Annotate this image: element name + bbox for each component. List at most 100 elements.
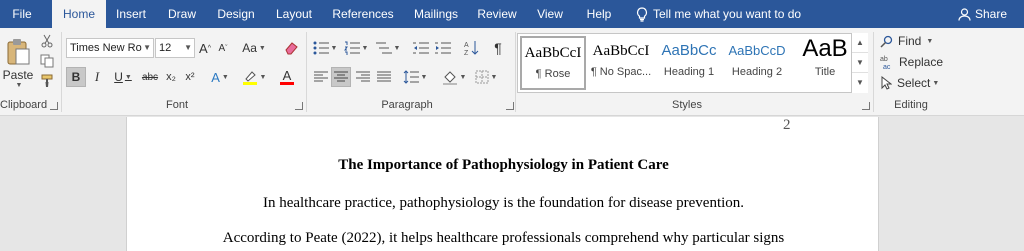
chevron-down-icon: ▼ [490, 73, 498, 81]
format-painter-button[interactable] [38, 72, 56, 90]
chevron-down-icon: ▼ [259, 73, 267, 81]
cut-button[interactable] [38, 32, 56, 50]
chevron-down-icon: ▼ [361, 44, 369, 52]
align-center-button[interactable] [331, 67, 351, 87]
svg-text:ac: ac [883, 64, 891, 69]
replace-icon: abac [880, 56, 891, 69]
align-left-button[interactable] [311, 67, 331, 87]
style-sample: AaBbCcI [524, 45, 582, 61]
chevron-down-icon: ▼ [184, 43, 192, 52]
align-right-button[interactable] [353, 67, 373, 87]
decrease-indent-button[interactable] [411, 38, 431, 58]
styles-launcher-icon[interactable] [862, 102, 870, 110]
change-case-button[interactable]: Aa ▼ [240, 38, 268, 58]
style-title[interactable]: AaB Title [792, 36, 858, 90]
highlight-color-button[interactable]: ▼ [239, 67, 269, 87]
style-heading-1[interactable]: AaBbCc Heading 1 [656, 36, 722, 90]
increase-indent-button[interactable] [433, 38, 453, 58]
sort-button[interactable]: AZ [462, 38, 482, 58]
change-case-label: Aa [242, 41, 257, 55]
gallery-scroll-up-icon[interactable]: ▲ [852, 33, 868, 53]
replace-label: Replace [899, 55, 944, 69]
tab-file[interactable]: File [0, 0, 44, 28]
strikethrough-button[interactable]: abc [140, 67, 160, 87]
numbering-button[interactable]: ▼ [341, 38, 371, 58]
tab-layout[interactable]: Layout [269, 0, 319, 28]
clear-formatting-button[interactable] [282, 38, 300, 58]
document-page[interactable]: 2 The Importance of Pathophysiology in P… [126, 117, 879, 251]
tell-me-search[interactable]: Tell me what you want to do [636, 0, 801, 28]
styles-gallery-scroller: ▲ ▼ ▼ [851, 33, 868, 93]
tab-view[interactable]: View [529, 0, 571, 28]
clipboard-icon [7, 38, 30, 64]
tab-insert[interactable]: Insert [108, 0, 154, 28]
justify-button[interactable] [374, 67, 394, 87]
style-name: Title [814, 66, 836, 78]
person-icon [958, 8, 971, 21]
font-group-label: Font [165, 99, 188, 111]
tab-references[interactable]: References [327, 0, 399, 28]
gallery-more-icon[interactable]: ▼ [852, 73, 868, 93]
align-right-icon [356, 71, 370, 82]
paragraph-group-label: Paragraph [381, 99, 433, 111]
search-icon [880, 35, 893, 48]
bullets-button[interactable]: ▼ [311, 38, 339, 58]
tab-home[interactable]: Home [52, 0, 106, 29]
shrink-font-button[interactable]: Aˇ [215, 38, 231, 58]
bold-button[interactable]: B [66, 67, 86, 87]
share-label: Share [975, 7, 1008, 21]
chevron-down-icon: ▼ [258, 44, 266, 52]
align-center-icon [334, 71, 348, 82]
text-effects-label: A [211, 69, 220, 85]
paste-button[interactable]: Paste ▼ [2, 32, 34, 94]
subscript-button[interactable]: x₂ [162, 67, 180, 87]
font-size-combo[interactable]: 12 ▼ [155, 38, 195, 58]
font-launcher-icon[interactable] [295, 102, 303, 110]
style-rose[interactable]: AaBbCcI ¶ Rose [520, 36, 586, 90]
tab-mailings[interactable]: Mailings [405, 0, 467, 28]
font-name-value: Times New Ro [70, 42, 142, 54]
share-button[interactable]: Share [958, 0, 1007, 28]
document-title: The Importance of Pathophysiology in Pat… [338, 157, 669, 173]
copy-icon [40, 54, 54, 68]
sort-icon: AZ [464, 41, 479, 56]
text-effects-button[interactable]: A ▼ [206, 67, 234, 87]
paragraph-launcher-icon[interactable] [506, 102, 514, 110]
line-spacing-icon [403, 70, 419, 84]
style-no-spacing[interactable]: AaBbCcI ¶ No Spac... [588, 36, 654, 90]
ribbon-home: Paste ▼ Clipboard Times New Ro ▼ 12 ▼ A ^ A… [0, 28, 1024, 116]
grow-font-button[interactable]: A ^ [197, 38, 213, 58]
style-heading-2[interactable]: AaBbCcD Heading 2 [724, 36, 790, 90]
style-name: ¶ No Spac... [590, 66, 652, 78]
find-button[interactable]: Find ▼ [880, 34, 933, 48]
italic-button[interactable]: I [88, 67, 106, 87]
font-color-letter: A [282, 68, 292, 83]
font-color-button[interactable]: A [272, 67, 302, 87]
align-left-icon [314, 71, 328, 82]
svg-text:A: A [464, 42, 469, 49]
tab-help[interactable]: Help [580, 0, 618, 28]
clipboard-launcher-icon[interactable] [50, 102, 58, 110]
gallery-scroll-down-icon[interactable]: ▼ [852, 53, 868, 73]
underline-button[interactable]: U ▼ [110, 67, 136, 87]
indent-icon [435, 42, 451, 54]
chevron-down-icon: ▼ [420, 73, 428, 81]
tab-design[interactable]: Design [210, 0, 262, 28]
style-sample: AaBbCcI [592, 43, 650, 59]
copy-button[interactable] [38, 52, 56, 70]
tab-draw[interactable]: Draw [161, 0, 203, 28]
superscript-button[interactable]: x² [181, 67, 199, 87]
paint-bucket-icon [442, 71, 457, 85]
borders-button[interactable]: ▼ [472, 67, 500, 87]
find-label: Find [898, 34, 922, 48]
tab-review[interactable]: Review [472, 0, 522, 28]
paintbrush-icon [41, 74, 53, 87]
multilevel-list-button[interactable]: ▼ [373, 38, 403, 58]
shading-button[interactable]: ▼ [440, 67, 468, 87]
select-button[interactable]: Select ▼ [880, 76, 939, 90]
show-formatting-marks-button[interactable]: ¶ [488, 38, 508, 58]
line-spacing-button[interactable]: ▼ [400, 67, 430, 87]
font-name-combo[interactable]: Times New Ro ▼ [66, 38, 154, 58]
outdent-icon [413, 42, 429, 54]
replace-button[interactable]: ab ac Replace [880, 55, 943, 69]
